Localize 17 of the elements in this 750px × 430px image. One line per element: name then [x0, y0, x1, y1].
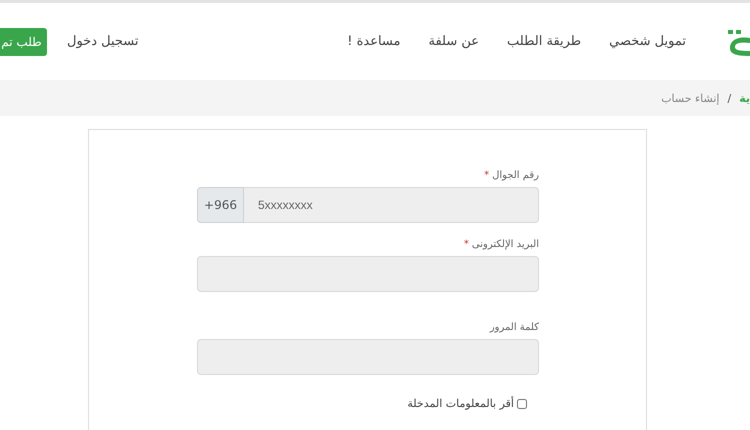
required-mark: *: [464, 239, 469, 250]
nav-link[interactable]: تمويل شخصي: [609, 34, 686, 49]
field-label: البريد الإلكترونى: [472, 239, 539, 250]
checkbox-label: أقر بالمعلومات المدخلة: [407, 397, 514, 410]
login-link[interactable]: تسجيل دخول: [67, 34, 138, 49]
breadcrumb-separator: /: [727, 92, 732, 104]
agree-checkbox[interactable]: [517, 398, 527, 408]
input-field[interactable]: [197, 256, 539, 292]
field-label: رقم الجوال: [492, 170, 539, 181]
country-code: +966: [197, 187, 244, 223]
nav-link[interactable]: طريقة الطلب: [507, 34, 582, 49]
required-mark: *: [484, 170, 490, 181]
input-field[interactable]: [197, 339, 539, 375]
nav-link[interactable]: عن سلفة: [428, 34, 480, 49]
nav-link[interactable]: مساعدة !: [347, 34, 400, 49]
field-label: كلمة المرور: [490, 322, 539, 333]
phone-field[interactable]: 5xxxxxxxx: [244, 187, 539, 223]
